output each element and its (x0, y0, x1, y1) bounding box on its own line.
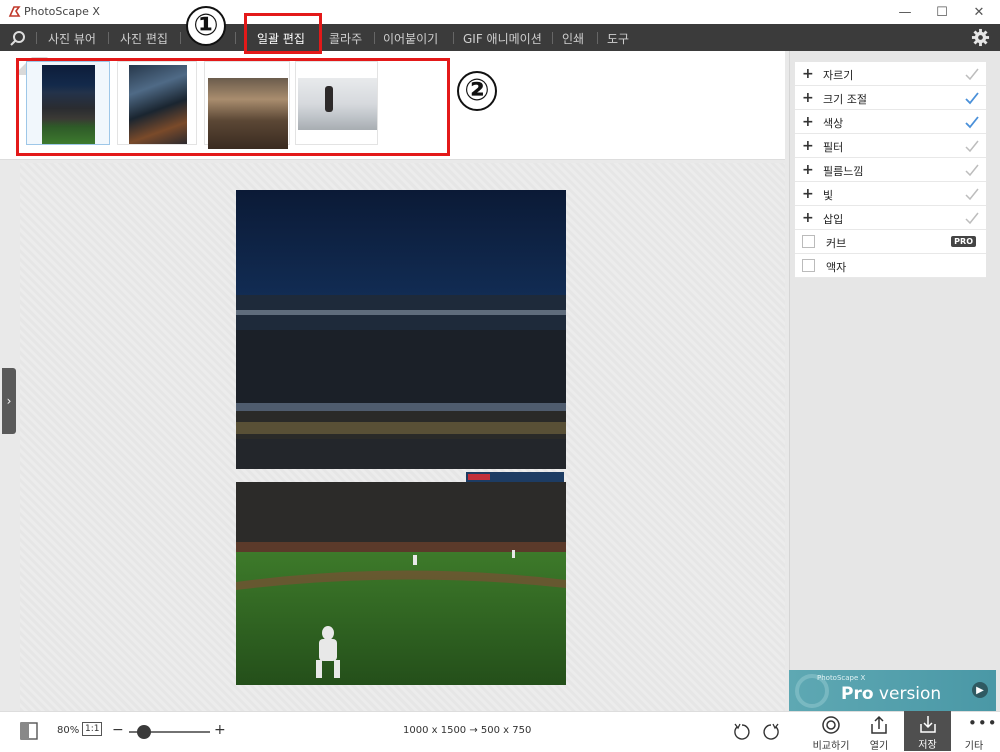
plus-icon: + (802, 162, 814, 178)
check-icon[interactable] (964, 114, 980, 130)
title-bar: PhotoScape X — ☐ ✕ (0, 0, 1000, 24)
plus-icon: + (802, 114, 814, 130)
more-icon[interactable]: ••• (968, 714, 998, 732)
close-button[interactable]: ✕ (961, 0, 997, 24)
tool-row-frame[interactable]: 액자 (795, 254, 986, 278)
pro-version-banner[interactable]: PhotoScape X Pro version ▶ (789, 670, 996, 711)
menu-photo-viewer[interactable]: 사진 뷰어 (48, 30, 96, 47)
tool-label: 삽입 (823, 213, 844, 226)
menu-bar: 사진 뷰어 사진 편집 일괄 편집 콜라주 이어붙이기 GIF 애니메이션 인쇄… (0, 24, 1000, 51)
annotation-number-2: ② (457, 71, 497, 111)
menu-gif-animation[interactable]: GIF 애니메이션 (463, 30, 542, 47)
minimize-button[interactable]: — (887, 0, 923, 24)
tool-list: + 자르기 + 크기 조절 + 색상 + 필터 + 필름느낌 + 빛 + 삽입 … (795, 62, 986, 278)
rotate-left-icon[interactable] (732, 722, 751, 741)
tool-label: 커브 (826, 237, 847, 250)
window-title: PhotoScape X (24, 5, 100, 18)
pro-word: Pro (841, 684, 874, 704)
open-label[interactable]: 열기 (849, 737, 909, 752)
photoscape-logo-icon (8, 6, 21, 17)
menu-separator (180, 32, 181, 44)
check-icon[interactable] (964, 162, 980, 178)
menu-photo-editor[interactable]: 사진 편집 (120, 30, 168, 47)
menu-separator (597, 32, 598, 44)
tool-label: 필름느낌 (823, 165, 864, 178)
rotate-right-icon[interactable] (762, 722, 781, 741)
zoom-in-button[interactable]: + (214, 722, 226, 738)
zoom-slider[interactable] (127, 722, 212, 742)
check-icon[interactable] (964, 210, 980, 226)
menu-combine[interactable]: 이어붙이기 (383, 30, 438, 47)
download-icon (920, 716, 936, 733)
save-label: 저장 (918, 740, 937, 751)
tool-row-insert[interactable]: + 삽입 (795, 206, 986, 230)
menu-print[interactable]: 인쇄 (562, 30, 584, 47)
resize-info: 1000 x 1500 → 500 x 750 (403, 725, 532, 736)
plus-icon: + (802, 90, 814, 106)
arrow-right-icon[interactable]: ▶ (972, 682, 988, 698)
tool-row-light[interactable]: + 빛 (795, 182, 986, 206)
tool-row-color[interactable]: + 색상 (795, 110, 986, 134)
annotation-box-thumbnails (16, 58, 450, 156)
tool-label: 액자 (826, 261, 847, 274)
version-word: version (873, 684, 942, 704)
plus-icon: + (802, 210, 814, 226)
tool-row-curves[interactable]: 커브 PRO (795, 230, 986, 254)
zoom-level: 80% (57, 725, 80, 736)
frame-checkbox[interactable] (802, 259, 815, 272)
pro-banner-title: Pro version (841, 684, 941, 704)
tool-label: 크기 조절 (823, 93, 867, 106)
maximize-button[interactable]: ☐ (924, 0, 960, 24)
tool-row-crop[interactable]: + 자르기 (795, 62, 986, 86)
menu-separator (453, 32, 454, 44)
annotation-box-batch-edit (244, 13, 322, 54)
home-icon[interactable] (9, 29, 27, 47)
bottom-toolbar: 80% 1:1 − + 1000 x 1500 → 500 x 750 비교하기… (0, 711, 1000, 752)
menu-separator (552, 32, 553, 44)
split-view-icon[interactable] (20, 722, 38, 740)
zoom-out-button[interactable]: − (112, 722, 124, 738)
actual-size-button[interactable]: 1:1 (82, 722, 103, 736)
plus-icon: + (802, 138, 814, 154)
menu-separator (108, 32, 109, 44)
annotation-number-1: ① (186, 6, 226, 46)
menu-separator (235, 32, 236, 44)
tool-label: 빛 (823, 189, 834, 202)
check-icon[interactable] (964, 138, 980, 154)
check-icon[interactable] (964, 90, 980, 106)
share-icon[interactable] (869, 715, 889, 735)
menu-tools[interactable]: 도구 (607, 30, 629, 47)
plus-icon: + (802, 66, 814, 82)
compare-icon[interactable] (821, 715, 841, 735)
more-label[interactable]: 기타 (944, 737, 1000, 752)
plus-icon: + (802, 186, 814, 202)
tool-label: 자르기 (823, 69, 854, 82)
sidebar-toggle-button[interactable]: › (2, 368, 16, 434)
menu-separator (374, 32, 375, 44)
curves-checkbox[interactable] (802, 235, 815, 248)
check-icon[interactable] (964, 186, 980, 202)
tool-row-filter[interactable]: + 필터 (795, 134, 986, 158)
baseball-stadium-image (236, 190, 566, 685)
gear-icon[interactable] (971, 28, 990, 47)
photo-preview (236, 190, 566, 685)
save-button[interactable]: 저장 (904, 711, 951, 751)
tool-row-resize[interactable]: + 크기 조절 (795, 86, 986, 110)
check-icon[interactable] (964, 66, 980, 82)
pro-badge: PRO (951, 236, 976, 247)
pro-banner-subtitle: PhotoScape X (817, 674, 866, 682)
menu-collage[interactable]: 콜라주 (329, 30, 362, 47)
tool-row-film[interactable]: + 필름느낌 (795, 158, 986, 182)
tool-label: 필터 (823, 141, 844, 154)
menu-separator (36, 32, 37, 44)
tool-label: 색상 (823, 117, 844, 130)
